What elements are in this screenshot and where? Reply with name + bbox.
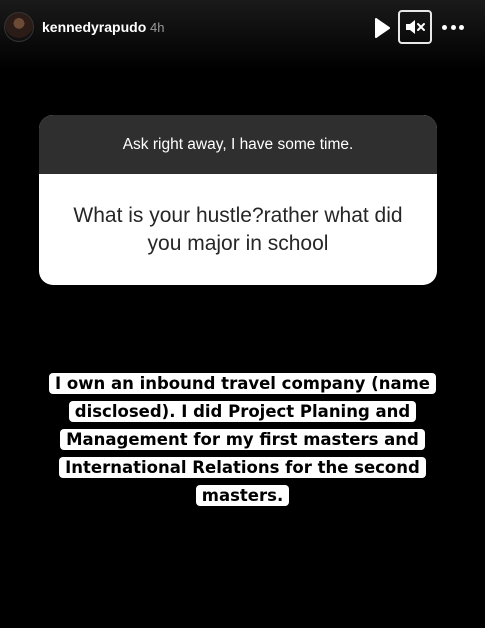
post-time: 4h	[150, 20, 165, 35]
answer-caption: I own an inbound travel company (name di…	[30, 370, 455, 510]
play-icon[interactable]	[373, 17, 391, 39]
username[interactable]: kennedyrapudo	[42, 19, 146, 35]
more-options-icon[interactable]	[442, 20, 464, 34]
question-prompt: Ask right away, I have some time.	[39, 115, 437, 174]
avatar[interactable]	[4, 12, 34, 42]
story-header: kennedyrapudo 4h	[0, 0, 485, 58]
speaker-muted-icon	[406, 20, 425, 34]
question-text: What is your hustle?rather what did you …	[73, 203, 403, 255]
mute-button[interactable]	[398, 10, 432, 44]
answer-text: I own an inbound travel company (name di…	[49, 373, 436, 506]
question-sticker: Ask right away, I have some time. What i…	[39, 115, 437, 285]
